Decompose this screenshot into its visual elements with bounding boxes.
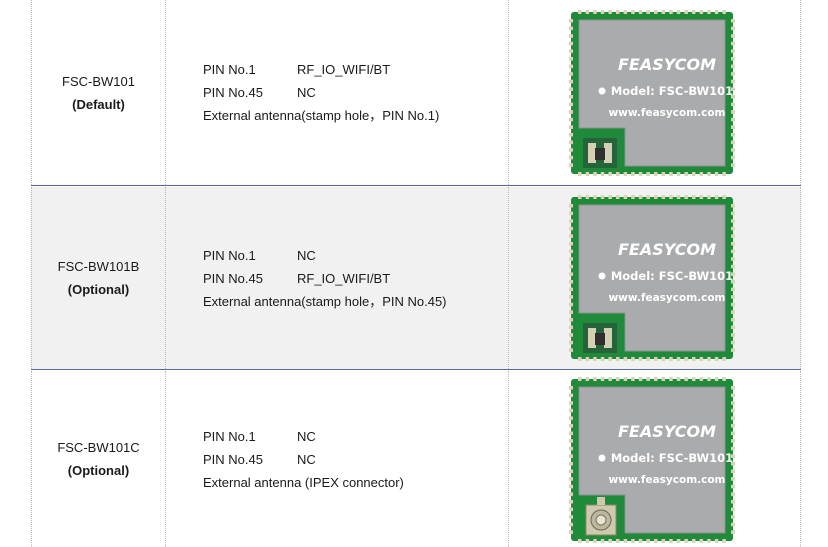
pin-number: PIN No.1 [203, 62, 256, 77]
description-cell: PIN No.1 RF_IO_WIFI/BT PIN No.45 NC Exte… [166, 0, 509, 185]
pin-line: PIN No.1 NC [203, 425, 508, 448]
pin-function: RF_IO_WIFI/BT [297, 62, 391, 77]
pin-function: NC [297, 428, 316, 444]
module-image: FEASYCOM Model: FSC-BW101 www.feasycom.com [569, 10, 735, 176]
brand-text: FEASYCOM [618, 422, 716, 441]
pin-number: PIN No.45 [203, 451, 263, 467]
model-name: FSC-BW101 [62, 73, 135, 89]
description-cell: PIN No.1 NC PIN No.45 RF_IO_WIFI/BT Exte… [166, 187, 509, 369]
model-cell: FSC-BW101B (Optional) [31, 187, 166, 369]
brand-text: FEASYCOM [618, 240, 716, 259]
pin-line: PIN No.1 NC [203, 244, 508, 267]
pin1-dot-icon [598, 272, 606, 280]
table-row: FSC-BW101B (Optional) PIN No.1 NC PIN No… [31, 187, 801, 370]
description-cell: PIN No.1 NC PIN No.45 NC External antenn… [166, 371, 509, 547]
pin-function: RF_IO_WIFI/BT [297, 270, 391, 286]
pin-number: PIN No.45 [203, 85, 263, 100]
url-text: www.feasycom.com [608, 292, 725, 304]
pin-function: NC [297, 85, 316, 100]
pin-number: PIN No.1 [203, 247, 256, 263]
table-row: FSC-BW101C (Optional) PIN No.1 NC PIN No… [31, 371, 801, 547]
pin-function: NC [297, 247, 316, 263]
model-name: FSC-BW101B [57, 259, 140, 274]
pin1-dot-icon [598, 454, 606, 462]
url-text: www.feasycom.com [608, 474, 725, 486]
pin-number: PIN No.1 [203, 428, 256, 444]
antenna-description: External antenna(stamp hole，PIN No.45) [203, 293, 447, 309]
image-cell: FEASYCOM Model: FSC-BW101 www.feasycom.com [509, 371, 801, 547]
antenna-description: External antenna (IPEX connector) [203, 474, 404, 490]
stamp-hole-pad-icon [583, 323, 617, 353]
pin-function: NC [297, 451, 316, 467]
image-cell: FEASYCOM Model: FSC-BW101 www.feasycom.com [509, 0, 801, 185]
pin-line: PIN No.1 RF_IO_WIFI/BT [203, 58, 508, 81]
module-image: FEASYCOM Model: FSC-BW101 www.feasycom.com [569, 377, 735, 543]
stamp-hole-pad-icon [583, 138, 617, 168]
module-image: FEASYCOM Model: FSC-BW101 www.feasycom.com [569, 195, 735, 361]
antenna-description: External antenna(stamp hole，PIN No.1) [203, 108, 440, 123]
model-text: Model: FSC-BW101 [611, 269, 733, 283]
table-row: FSC-BW101 (Default) PIN No.1 RF_IO_WIFI/… [31, 0, 801, 186]
model-cell: FSC-BW101C (Optional) [31, 371, 166, 547]
variant-label: (Optional) [67, 282, 130, 297]
antenna-options-table: FSC-BW101 (Default) PIN No.1 RF_IO_WIFI/… [0, 0, 828, 547]
pin-line: PIN No.45 RF_IO_WIFI/BT [203, 267, 508, 290]
model-name: FSC-BW101C [57, 440, 140, 455]
pin-line: PIN No.45 NC [203, 448, 508, 471]
pin-line: PIN No.45 NC [203, 81, 508, 104]
model-cell: FSC-BW101 (Default) [31, 0, 166, 185]
model-text: Model: FSC-BW101 [611, 451, 733, 465]
pin-number: PIN No.45 [203, 270, 263, 286]
image-cell: FEASYCOM Model: FSC-BW101 www.feasycom.com [509, 187, 801, 369]
variant-label: (Default) [72, 96, 125, 112]
variant-label: (Optional) [67, 463, 130, 478]
model-text: Model: FSC-BW101 [611, 84, 733, 98]
pin1-dot-icon [598, 87, 606, 95]
url-text: www.feasycom.com [608, 107, 725, 119]
brand-text: FEASYCOM [618, 55, 716, 74]
